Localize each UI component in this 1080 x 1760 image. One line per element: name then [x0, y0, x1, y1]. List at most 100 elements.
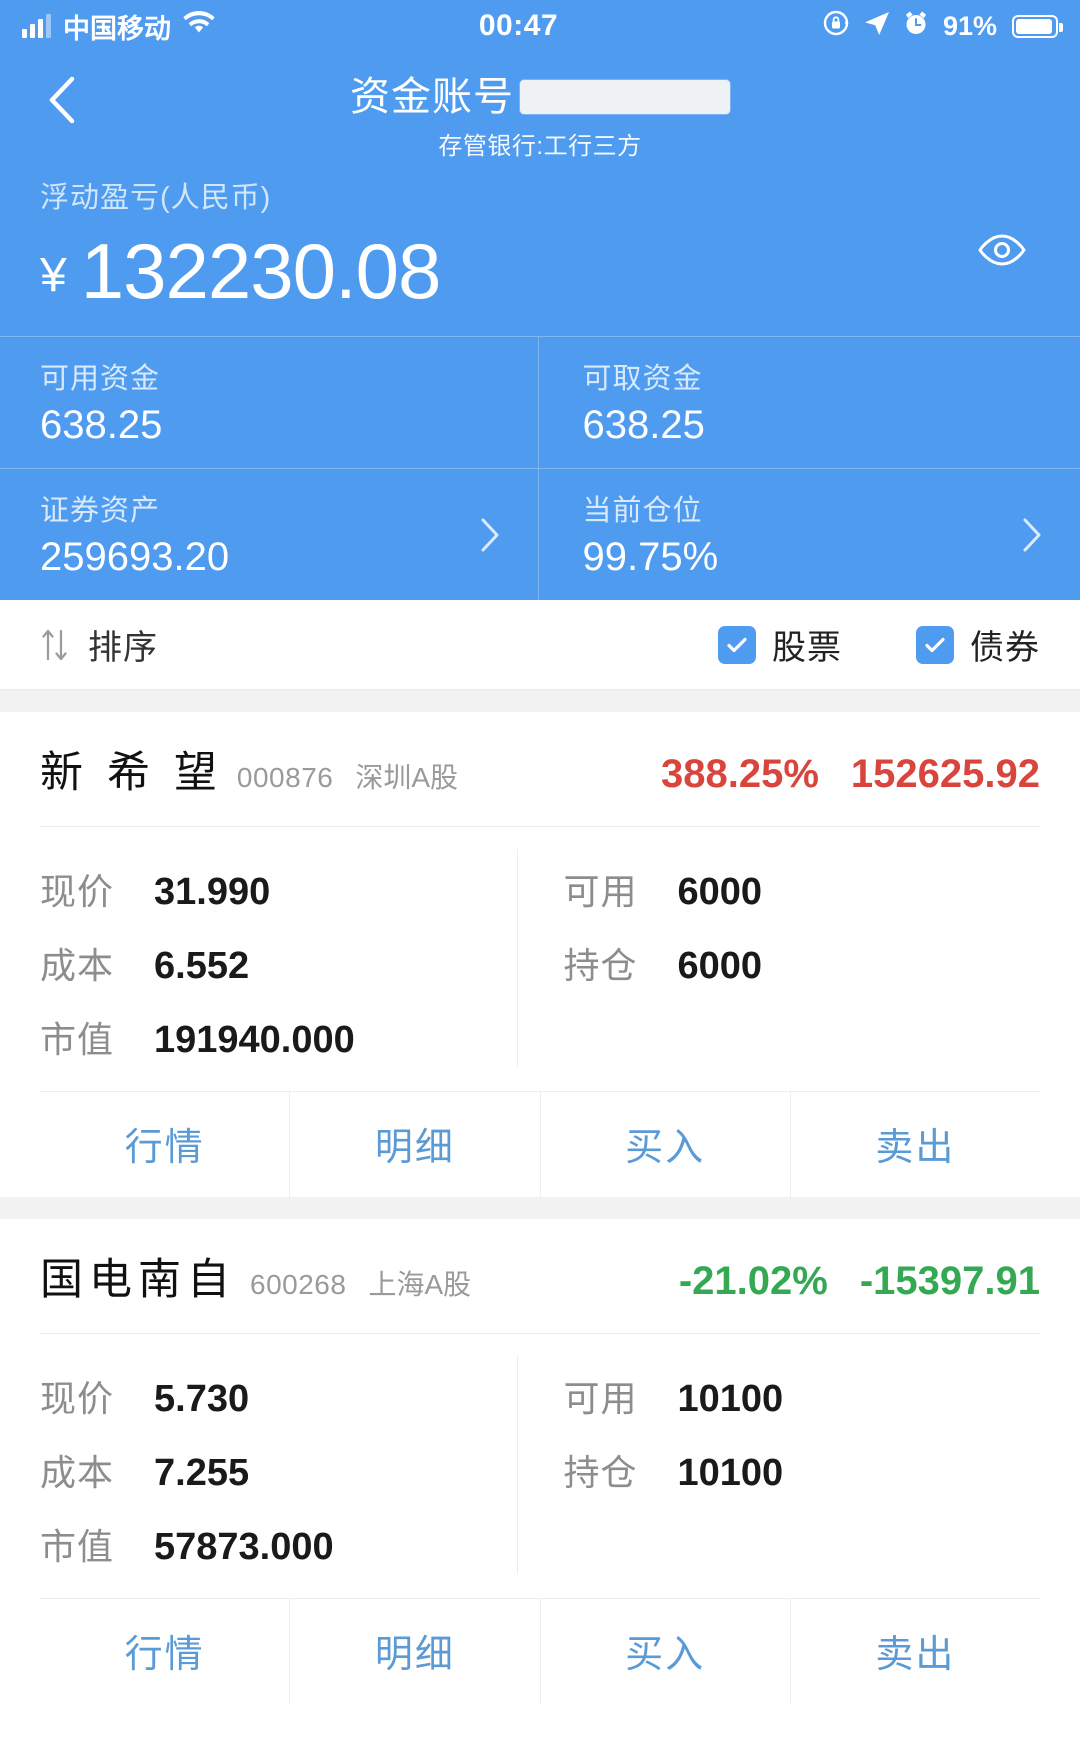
- holding-actions: 行情 明细 买入 卖出: [40, 1598, 1040, 1704]
- stat-value: 259693.20: [40, 535, 230, 579]
- holding-details: 现价 5.730 成本 7.255 市值 57873.000 可用 10100: [40, 1333, 1040, 1598]
- detail-price: 现价 5.730: [40, 1370, 517, 1422]
- sort-filter-bar: 排序 股票 债券: [0, 600, 1080, 690]
- chevron-right-icon: [480, 517, 500, 553]
- stock-code: 600268: [250, 1269, 347, 1300]
- status-bar-clock: 00:47: [478, 9, 559, 42]
- stat-value: 99.75%: [582, 535, 719, 579]
- detail-cost: 成本 6.552: [40, 937, 517, 989]
- stat-withdrawable-funds: 可取资金 638.25: [537, 337, 1080, 468]
- floating-profit-value: 132230.08: [80, 227, 442, 315]
- detail-label: 市值: [40, 1526, 115, 1567]
- detail-button[interactable]: 明细: [289, 1092, 539, 1197]
- holding-details: 现价 31.990 成本 6.552 市值 191940.000 可用 6000: [40, 826, 1040, 1091]
- stat-available-funds: 可用资金 638.25: [0, 337, 538, 468]
- sort-label: 排序: [88, 629, 158, 667]
- holding-card: 新 希 望 000876 深圳A股 388.25% 152625.92 现价 3…: [0, 712, 1080, 1197]
- detail-label: 市值: [40, 1019, 115, 1060]
- detail-value: 10100: [677, 1452, 784, 1494]
- location-arrow-icon: [863, 9, 891, 44]
- floating-profit-block: 浮动盈亏(人民币) ¥ 132230.08: [0, 152, 1080, 336]
- detail-label: 成本: [40, 1452, 115, 1493]
- detail-value: 6.552: [154, 945, 250, 987]
- sort-button[interactable]: 排序: [40, 620, 158, 669]
- buy-button[interactable]: 买入: [539, 1599, 790, 1704]
- carrier-label: 中国移动: [63, 13, 171, 44]
- detail-value: 6000: [677, 871, 763, 913]
- detail-position: 持仓 6000: [564, 937, 1041, 989]
- stock-profit-loss: 152625.92: [850, 752, 1040, 796]
- detail-value: 31.990: [154, 871, 271, 913]
- quote-button[interactable]: 行情: [40, 1092, 289, 1197]
- toggle-visibility-button[interactable]: [972, 230, 1032, 274]
- app-screen: 中国移动 00:47 91% 资金账号 存管银行:工行三方 浮动盈亏(人民币) …: [0, 0, 1080, 1760]
- wifi-icon: [183, 10, 215, 42]
- status-bar-right: 91%: [822, 8, 1063, 45]
- stat-securities-assets[interactable]: 证券资产 259693.20: [0, 469, 538, 600]
- detail-label: 现价: [40, 871, 115, 912]
- stat-current-position[interactable]: 当前仓位 99.75%: [537, 469, 1080, 600]
- stat-label: 证券资产: [40, 495, 161, 527]
- stock-market: 上海A股: [368, 1269, 472, 1300]
- detail-value: 5.730: [154, 1378, 250, 1420]
- account-number-redacted: [520, 80, 730, 114]
- navigation-bar: 资金账号 存管银行:工行三方: [0, 52, 1080, 160]
- signal-bars-icon: [22, 14, 51, 38]
- detail-position: 持仓 10100: [564, 1444, 1041, 1496]
- detail-available: 可用 10100: [564, 1370, 1041, 1422]
- detail-value: 6000: [677, 945, 763, 987]
- stat-label: 可取资金: [582, 363, 703, 395]
- rotation-lock-icon: [822, 8, 852, 45]
- quote-button[interactable]: 行情: [40, 1599, 289, 1704]
- filter-checkbox-stocks[interactable]: 股票: [718, 620, 842, 669]
- chevron-right-icon: [1022, 517, 1042, 553]
- detail-market-value: 市值 57873.000: [40, 1518, 517, 1570]
- stat-value: 638.25: [582, 403, 705, 447]
- stock-code: 000876: [236, 762, 334, 793]
- holding-details-left: 现价 31.990 成本 6.552 市值 191940.000: [40, 849, 517, 1067]
- chevron-left-icon: [45, 76, 79, 129]
- sort-arrows-icon: [40, 627, 70, 663]
- battery-icon: [1012, 14, 1063, 38]
- floating-profit-row: ¥ 132230.08: [40, 232, 1040, 310]
- detail-label: 成本: [40, 945, 115, 986]
- page-title-row: 资金账号: [350, 64, 730, 122]
- stat-value: 638.25: [40, 403, 163, 447]
- stat-label: 可用资金: [40, 363, 161, 395]
- detail-label: 可用: [563, 1378, 638, 1419]
- detail-label: 持仓: [563, 1452, 638, 1493]
- page-title: 资金账号: [350, 75, 514, 119]
- sell-button[interactable]: 卖出: [789, 1092, 1040, 1197]
- holding-details-left: 现价 5.730 成本 7.255 市值 57873.000: [40, 1356, 517, 1574]
- stock-change-percent: 388.25%: [660, 752, 819, 796]
- checkbox-checked-icon: [916, 625, 954, 664]
- eye-icon: [976, 233, 1028, 272]
- stock-name: 国电南自: [40, 1256, 236, 1304]
- detail-label: 现价: [40, 1378, 115, 1419]
- detail-price: 现价 31.990: [40, 863, 517, 915]
- detail-market-value: 市值 191940.000: [40, 1011, 517, 1063]
- section-divider: [0, 1197, 1080, 1219]
- detail-value: 10100: [677, 1378, 784, 1420]
- detail-button[interactable]: 明细: [289, 1599, 539, 1704]
- detail-label: 持仓: [563, 945, 638, 986]
- status-bar: 中国移动 00:47 91%: [0, 0, 1080, 52]
- checkbox-checked-icon: [718, 625, 756, 664]
- detail-label: 可用: [563, 871, 638, 912]
- holding-header[interactable]: 国电南自 600268 上海A股 -21.02% -15397.91: [40, 1219, 1040, 1333]
- stats-row-2: 证券资产 259693.20 当前仓位 99.75%: [0, 468, 1080, 600]
- currency-symbol: ¥: [40, 249, 67, 302]
- detail-value: 7.255: [154, 1452, 250, 1494]
- stock-profit-loss: -15397.91: [859, 1259, 1040, 1303]
- holding-header[interactable]: 新 希 望 000876 深圳A股 388.25% 152625.92: [40, 712, 1040, 826]
- detail-cost: 成本 7.255: [40, 1444, 517, 1496]
- buy-button[interactable]: 买入: [539, 1092, 790, 1197]
- section-divider: [0, 690, 1080, 712]
- holding-card: 国电南自 600268 上海A股 -21.02% -15397.91 现价 5.…: [0, 1219, 1080, 1704]
- account-stats-grid: 可用资金 638.25 可取资金 638.25 证券资产 259693.20 当…: [0, 336, 1080, 600]
- sell-button[interactable]: 卖出: [789, 1599, 1040, 1704]
- floating-profit-label: 浮动盈亏(人民币): [40, 182, 272, 214]
- battery-percent-label: 91%: [942, 10, 997, 41]
- back-button[interactable]: [34, 74, 90, 130]
- filter-checkbox-bonds[interactable]: 债券: [916, 620, 1040, 669]
